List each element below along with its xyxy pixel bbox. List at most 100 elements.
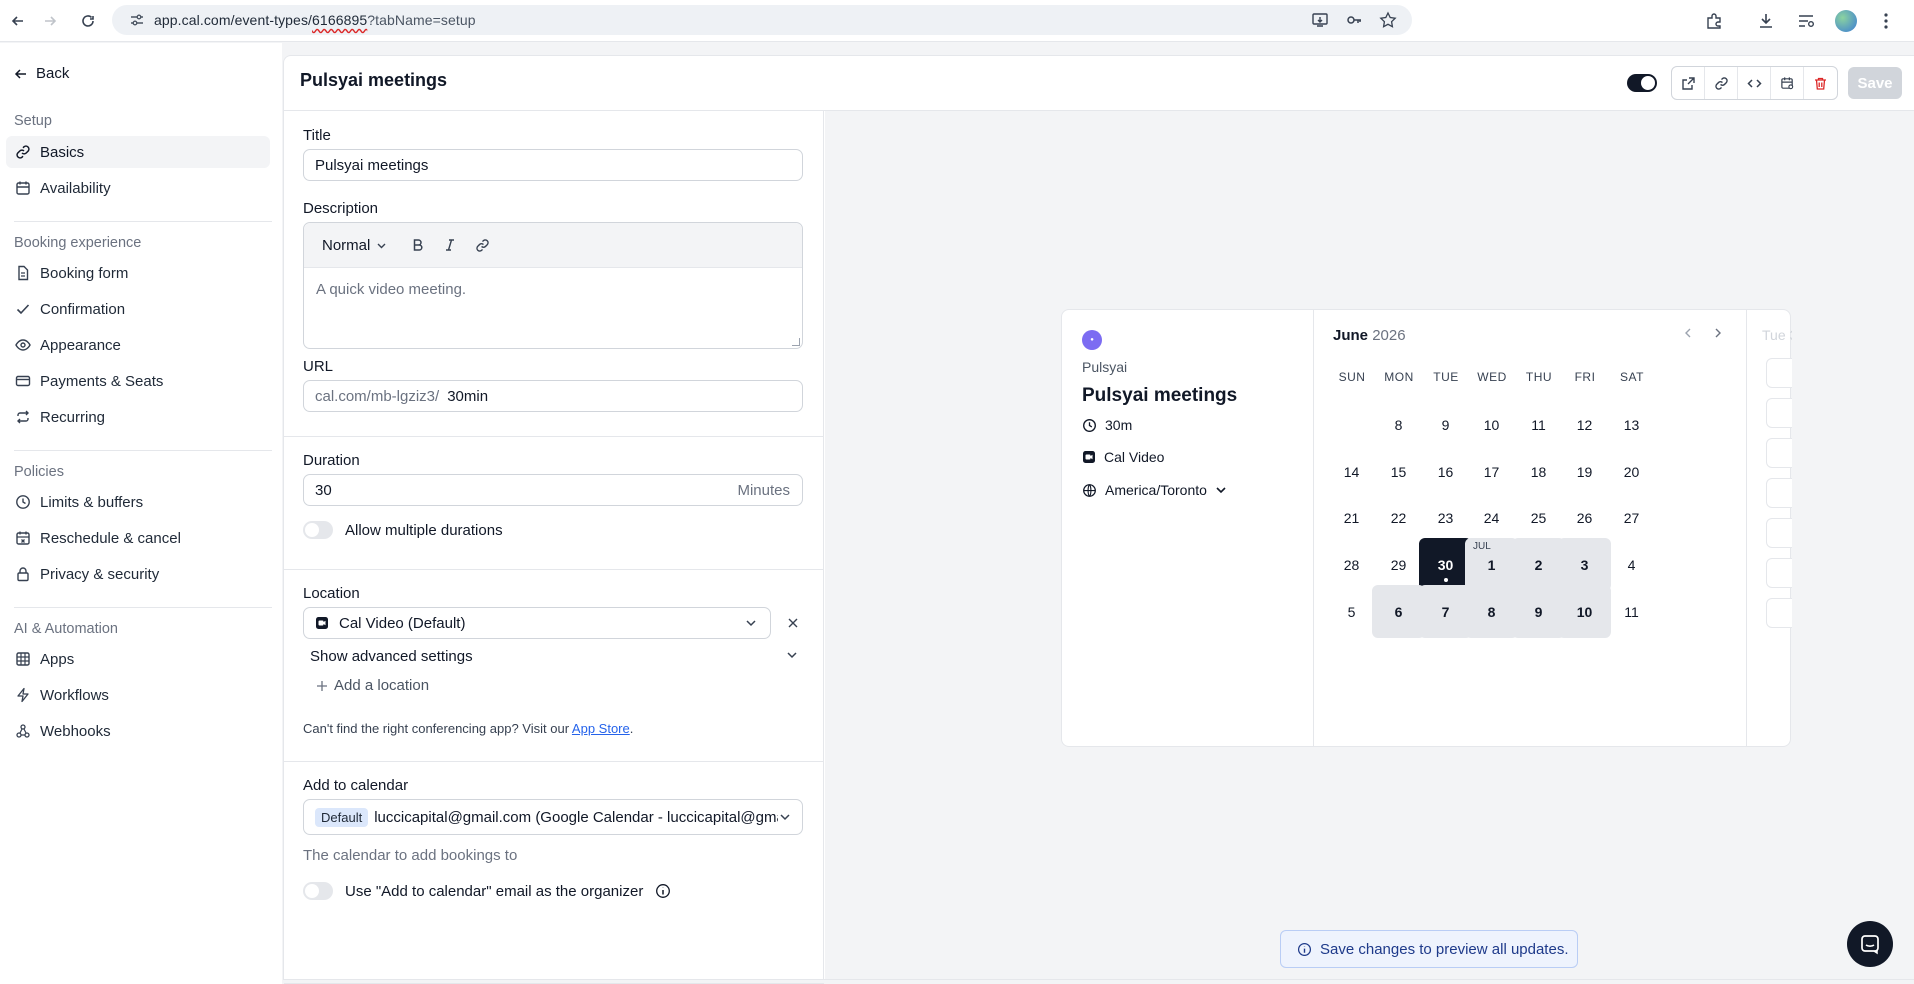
description-editor[interactable]: Normal A quick video meeting.: [303, 222, 803, 349]
calendar-help: The calendar to add bookings to: [303, 847, 518, 864]
external-link-icon[interactable]: [1672, 67, 1705, 99]
chevron-right-icon[interactable]: [1712, 327, 1724, 339]
time-slot[interactable]: [1766, 558, 1792, 588]
sidebar-item-apps[interactable]: Apps: [6, 643, 270, 675]
bold-icon[interactable]: [409, 236, 427, 254]
sidebar-item-webhooks[interactable]: Webhooks: [6, 715, 270, 747]
month-title: June 2026: [1333, 327, 1406, 344]
sidebar-item-recurring[interactable]: Recurring: [6, 401, 270, 433]
chevron-down-icon: [377, 243, 386, 248]
calendar-day[interactable]: 8: [1465, 585, 1518, 638]
plus-icon: [317, 680, 327, 691]
calendar-day[interactable]: 10: [1558, 585, 1611, 638]
section-divider: [284, 436, 824, 437]
time-slot[interactable]: [1766, 398, 1792, 428]
calendar-search-icon[interactable]: [1771, 67, 1804, 99]
sidebar-item-label: Confirmation: [40, 300, 126, 318]
back-label: Back: [36, 65, 70, 82]
hidden-toggle[interactable]: [1627, 74, 1657, 92]
resize-handle[interactable]: [792, 338, 800, 346]
forward-arrow-icon[interactable]: [32, 3, 68, 39]
sidebar-item-privacy-security[interactable]: Privacy & security: [6, 558, 270, 590]
calendar-icon: [16, 181, 30, 195]
time-slot[interactable]: [1766, 598, 1792, 628]
time-slot[interactable]: [1766, 358, 1792, 388]
duration-label: Duration: [303, 452, 360, 469]
profile-avatar[interactable]: [1830, 5, 1862, 37]
support-chat-button[interactable]: [1847, 921, 1893, 967]
weekday-label: TUE: [1433, 370, 1459, 384]
organizer-email-toggle[interactable]: [303, 882, 333, 900]
save-button[interactable]: Save: [1848, 67, 1902, 99]
calendar-day: 11: [1624, 603, 1639, 620]
sidebar-item-confirmation[interactable]: Confirmation: [6, 293, 270, 325]
conferencing-help: Can't find the right conferencing app? V…: [303, 721, 633, 736]
time-slot[interactable]: [1766, 438, 1792, 468]
sidebar-divider: [14, 607, 272, 608]
location-select[interactable]: Cal Video (Default): [303, 607, 771, 639]
weekday-label: SUN: [1338, 370, 1366, 384]
chevron-left-icon[interactable]: [1682, 327, 1694, 339]
multiple-durations-row: Allow multiple durations: [303, 521, 503, 539]
duration-input[interactable]: 30 Minutes: [303, 474, 803, 506]
sidebar-item-limits-buffers[interactable]: Limits & buffers: [6, 486, 270, 518]
trash-icon[interactable]: [1804, 67, 1837, 99]
weekday-label: WED: [1477, 370, 1507, 384]
calendar-select[interactable]: Default luccicapital@gmail.com (Google C…: [303, 799, 803, 835]
time-slot[interactable]: [1766, 518, 1792, 548]
link-icon[interactable]: [473, 236, 491, 254]
back-link[interactable]: Back: [14, 65, 69, 82]
sidebar-item-label: Reschedule & cancel: [40, 529, 181, 547]
remove-location-icon[interactable]: [783, 613, 803, 633]
weekday-label: MON: [1384, 370, 1414, 384]
sidebar-item-availability[interactable]: Availability: [6, 172, 270, 204]
sidebar-item-booking-form[interactable]: Booking form: [6, 257, 270, 289]
grid-icon: [16, 652, 30, 666]
address-bar[interactable]: app.cal.com/event-types/6166895?tabName=…: [112, 5, 1412, 35]
chevron-down-icon: [1216, 487, 1226, 494]
browser-menu-icon[interactable]: [1870, 5, 1902, 37]
info-icon[interactable]: [655, 883, 671, 899]
sidebar-item-label: Webhooks: [40, 722, 111, 740]
text-style-select[interactable]: Normal: [322, 237, 387, 254]
timezone-select[interactable]: America/Toronto: [1082, 482, 1227, 498]
org-avatar: ●: [1082, 330, 1102, 350]
time-slot[interactable]: [1766, 478, 1792, 508]
embed-code-icon[interactable]: [1738, 67, 1771, 99]
app-store-link[interactable]: App Store: [572, 721, 630, 736]
sidebar-item-payments-seats[interactable]: Payments & Seats: [6, 365, 270, 397]
site-settings-icon[interactable]: [126, 9, 148, 31]
info-icon: [1297, 942, 1312, 956]
bookmark-star-icon[interactable]: [1376, 8, 1400, 32]
event-type-editor: Pulsyai meetings Save Title Pulsyai meet…: [283, 55, 1914, 984]
url-input[interactable]: cal.com/mb-lgziz3/ 30min: [303, 380, 803, 412]
calendar-day: 29: [1390, 556, 1407, 573]
sidebar-item-basics[interactable]: Basics: [6, 136, 270, 168]
install-app-icon[interactable]: [1308, 8, 1332, 32]
tab-search-icon[interactable]: [1790, 5, 1822, 37]
back-arrow-icon[interactable]: [0, 3, 36, 39]
time-slots-panel: Tue 30: [1748, 310, 1792, 746]
multiple-durations-toggle[interactable]: [303, 521, 333, 539]
calendar-day[interactable]: 6: [1372, 585, 1425, 638]
reload-icon[interactable]: [70, 3, 106, 39]
sidebar-item-reschedule-cancel[interactable]: Reschedule & cancel: [6, 522, 270, 554]
sidebar-item-appearance[interactable]: Appearance: [6, 329, 270, 361]
title-input[interactable]: Pulsyai meetings: [303, 149, 803, 181]
weekday-label: FRI: [1574, 370, 1596, 384]
add-location-button[interactable]: Add a location: [316, 677, 429, 694]
sidebar-item-workflows[interactable]: Workflows: [6, 679, 270, 711]
location-label: Location: [303, 585, 360, 602]
downloads-icon[interactable]: [1750, 5, 1782, 37]
advanced-settings-toggle[interactable]: Show advanced settings: [310, 641, 803, 671]
duration-unit: Minutes: [737, 481, 790, 499]
copy-link-icon[interactable]: [1705, 67, 1738, 99]
calendar-day[interactable]: 1 JUL: [1465, 538, 1518, 591]
calendar-day: 24: [1483, 509, 1500, 526]
calendar-day[interactable]: 3: [1558, 538, 1611, 591]
event-info-panel: ● Pulsyai Pulsyai meetings 30m Cal Video…: [1062, 310, 1314, 746]
repeat-icon: [17, 410, 29, 424]
extensions-icon[interactable]: [1698, 5, 1730, 37]
italic-icon[interactable]: [441, 236, 459, 254]
password-key-icon[interactable]: [1342, 8, 1366, 32]
